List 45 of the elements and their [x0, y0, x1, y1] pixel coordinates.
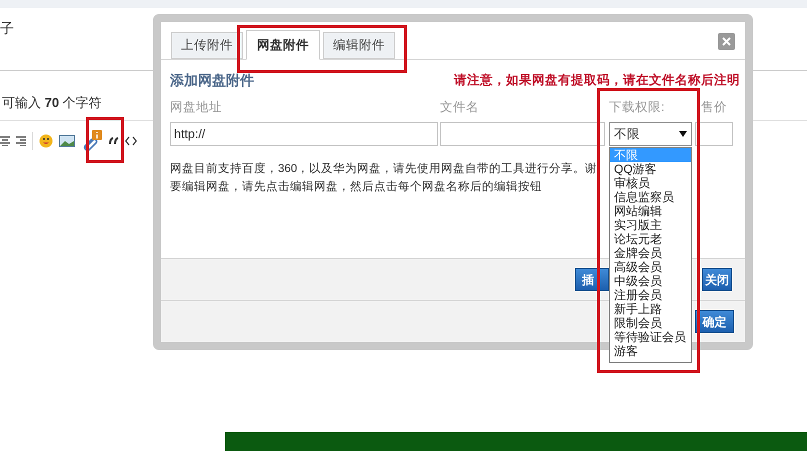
dialog-button[interactable]: 关闭 [702, 268, 732, 291]
field-label: 售价 [701, 100, 727, 114]
dropdown-option[interactable]: 实习版主 [610, 218, 691, 232]
smiley-icon[interactable] [39, 134, 53, 148]
dropdown-arrow-icon [679, 131, 687, 137]
dropdown-option[interactable]: 论坛元老 [610, 232, 691, 246]
code-icon[interactable] [125, 136, 137, 146]
dropdown-option[interactable]: 审核员 [610, 176, 691, 190]
dropdown-option[interactable]: 信息监察员 [610, 190, 691, 204]
field-label: 文件名 [440, 100, 479, 114]
notice-text: 请注意，如果网盘有提取码，请在文件名称后注明 [454, 72, 740, 89]
annotation-frame [86, 117, 124, 163]
dialog-button[interactable]: 确定 [695, 310, 734, 333]
tab[interactable]: 编辑附件 [323, 32, 395, 59]
dropdown-option[interactable]: 限制会员 [610, 316, 691, 330]
close-button[interactable] [718, 33, 735, 50]
input-field[interactable]: http:// [170, 122, 438, 146]
char-limit-text: 可输入 70 个字符 [2, 94, 102, 112]
dialog-title: 添加网盘附件 [170, 70, 254, 90]
input-field[interactable] [440, 122, 605, 146]
field-label: 下载权限: [609, 100, 664, 114]
align-center-icon[interactable] [0, 136, 10, 146]
close-icon [722, 37, 731, 46]
tab[interactable]: 网盘附件 [246, 30, 320, 60]
dropdown-option[interactable]: 网站编辑 [610, 204, 691, 218]
dropdown-option[interactable]: 新手上路 [610, 302, 691, 316]
dropdown-option[interactable]: 注册会员 [610, 288, 691, 302]
dropdown-option[interactable]: 等待验证会员 [610, 330, 691, 344]
field-label: 网盘地址 [170, 100, 222, 114]
dialog-button[interactable]: 插 [575, 268, 609, 291]
input-field[interactable] [695, 122, 733, 146]
description-text: 网盘目前支持百度，360，以及华为网盘，请先使用网盘自带的工具进行分享。谢 [170, 161, 598, 177]
attachment-icon[interactable] [81, 130, 103, 152]
dropdown-option[interactable]: 金牌会员 [610, 246, 691, 260]
dropdown-option[interactable]: QQ游客 [610, 162, 691, 176]
description-text: 要编辑网盘，请先点击编辑网盘，然后点击每个网盘名称后的编辑按钮 [170, 180, 542, 195]
dropdown-option[interactable]: 中级会员 [610, 274, 691, 288]
dropdown-option[interactable]: 高级会员 [610, 260, 691, 274]
dropdown-option[interactable]: 游客 [610, 344, 691, 358]
permission-select[interactable]: 不限 [609, 122, 692, 146]
align-right-icon[interactable] [16, 136, 26, 146]
post-title: 子 [0, 19, 14, 38]
tab[interactable]: 上传附件 [171, 32, 243, 59]
quote-icon[interactable] [109, 137, 119, 145]
image-icon[interactable] [59, 135, 75, 147]
